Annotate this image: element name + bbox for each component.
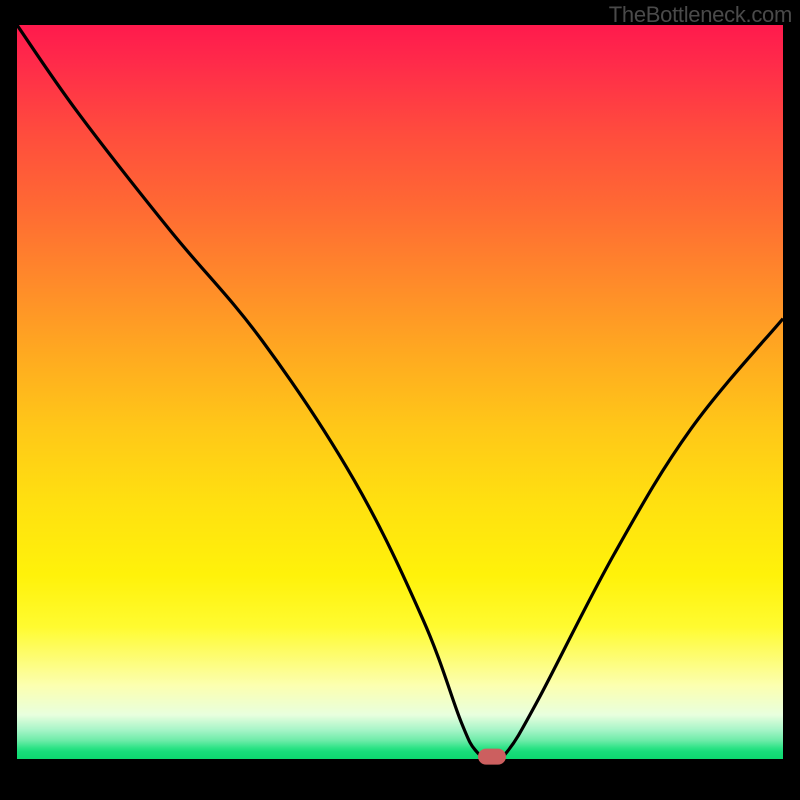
- watermark-text: TheBottleneck.com: [609, 2, 792, 28]
- chart-plot-area: [17, 25, 783, 759]
- optimal-point-marker: [478, 749, 506, 765]
- bottleneck-curve: [17, 25, 783, 759]
